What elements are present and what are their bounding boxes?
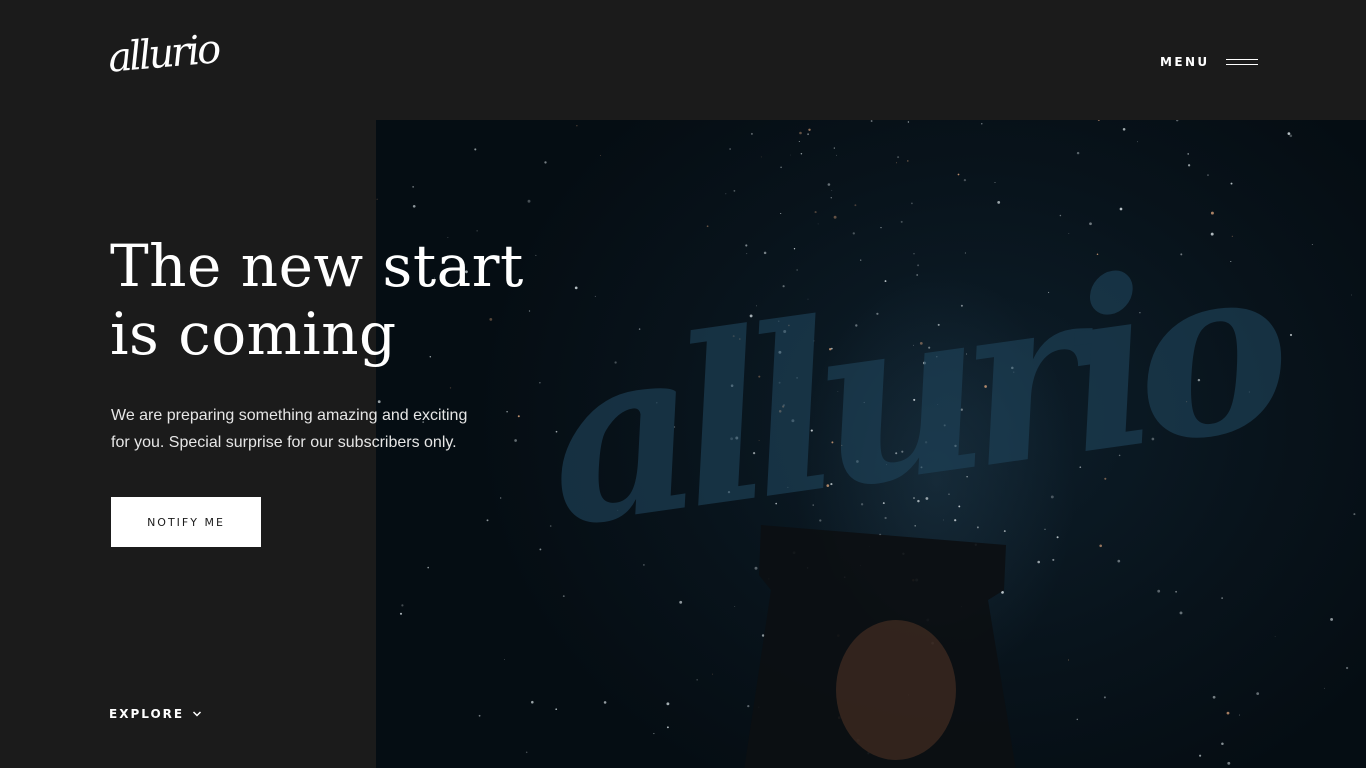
description-line-1: We are preparing something amazing and e… [111,407,468,424]
menu-button[interactable]: MENU [1160,52,1258,72]
headline-line-2: is coming [110,300,397,368]
explore-label: EXPLORE [109,707,185,721]
page-title: The new start is coming [110,232,550,368]
notify-me-button[interactable]: NOTIFY ME [111,497,261,547]
hero-background-image: allurio [376,120,1366,768]
chevron-down-icon [193,711,202,717]
headline-line-1: The new start [110,232,524,300]
menu-label: MENU [1160,55,1210,69]
hamburger-icon [1225,58,1258,66]
site-logo[interactable]: allurio [106,26,220,81]
explore-link[interactable]: EXPLORE [109,706,202,722]
description-line-2: for you. Special surprise for our subscr… [111,434,457,451]
hero-description: We are preparing something amazing and e… [111,402,491,456]
